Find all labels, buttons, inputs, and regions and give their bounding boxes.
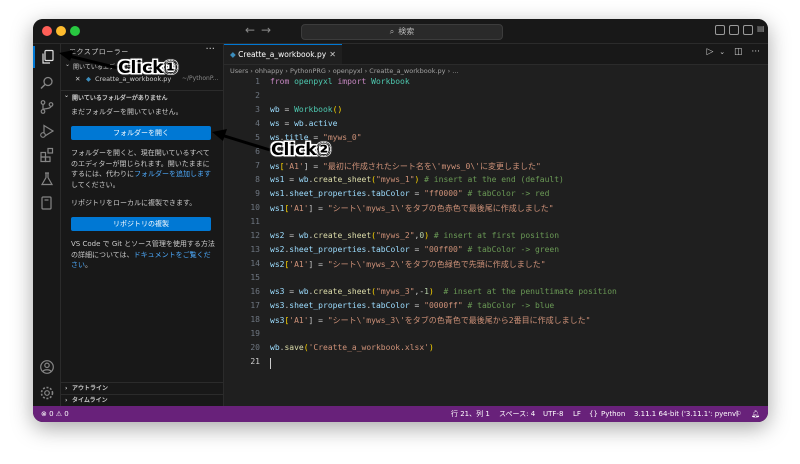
arrowhead-click2 [212, 129, 227, 141]
click2-annotation: Click② [271, 140, 331, 160]
arrow-click2 [217, 132, 271, 152]
click1-annotation: Click① [118, 58, 178, 78]
arrowhead-click1 [59, 50, 74, 61]
arrow-click1 [64, 53, 119, 70]
